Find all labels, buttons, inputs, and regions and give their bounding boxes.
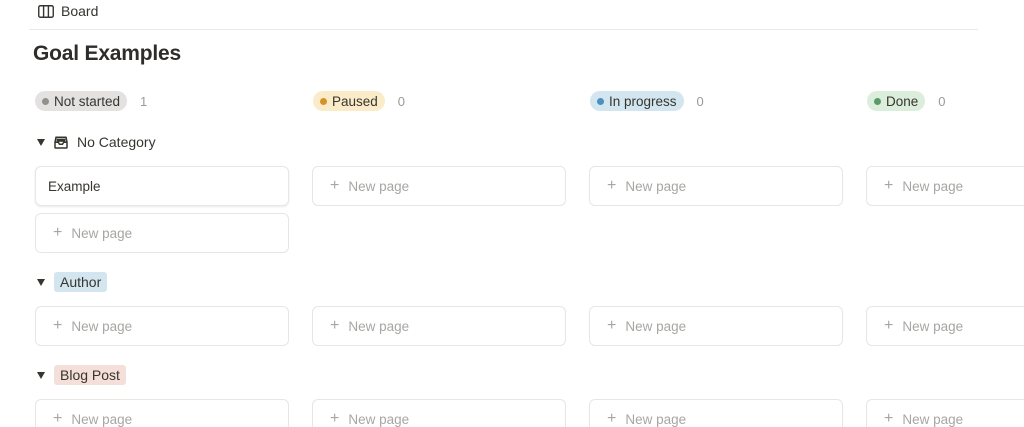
status-dot (42, 97, 49, 105)
new-page-button[interactable]: + New page (35, 213, 289, 253)
plus-icon: + (330, 317, 340, 334)
new-page-label: New page (71, 225, 133, 241)
new-page-label: New page (348, 178, 410, 194)
plus-icon: + (330, 177, 340, 194)
plus-icon: + (884, 177, 894, 194)
column-count: 0 (938, 93, 946, 109)
plus-icon: + (884, 317, 894, 334)
status-label: Paused (332, 93, 378, 109)
status-pill-in-progress[interactable]: In progress (590, 91, 684, 111)
plus-icon: + (884, 410, 894, 427)
new-page-label: New page (625, 411, 687, 427)
new-page-label: New page (71, 318, 133, 334)
new-page-label: New page (348, 318, 410, 334)
plus-icon: + (53, 410, 63, 427)
card-example[interactable]: Example (35, 166, 289, 206)
column-count: 0 (696, 93, 704, 109)
column-count: 0 (397, 93, 406, 109)
new-page-label: New page (71, 411, 133, 427)
status-dot (597, 97, 604, 105)
column-header-not-started: Not started 1 (35, 91, 147, 111)
collapse-caret-icon[interactable] (37, 278, 45, 286)
status-dot (874, 97, 881, 105)
new-page-button[interactable]: + New page (589, 306, 843, 346)
new-page-button[interactable]: + New page (312, 166, 566, 206)
plus-icon: + (607, 317, 617, 334)
new-page-button[interactable]: + New page (589, 399, 843, 427)
group-label: No Category (77, 134, 156, 150)
new-page-button[interactable]: + New page (866, 399, 1024, 427)
plus-icon: + (330, 410, 340, 427)
status-pill-paused[interactable]: Paused (313, 91, 385, 111)
new-page-label: New page (902, 178, 964, 194)
status-pill-done[interactable]: Done (867, 91, 926, 111)
new-page-button[interactable]: + New page (35, 399, 289, 427)
group-tag: Blog Post (54, 365, 126, 385)
group-header-no-category: No Category (37, 132, 156, 152)
collapse-caret-icon[interactable] (37, 371, 45, 379)
new-page-button[interactable]: + New page (35, 306, 289, 346)
new-page-label: New page (902, 318, 964, 334)
inbox-icon (54, 135, 68, 149)
group-tag: Author (54, 272, 108, 292)
new-page-label: New page (902, 411, 964, 427)
view-tab-board[interactable]: Board (38, 2, 98, 20)
status-label: Not started (54, 93, 121, 109)
plus-icon: + (53, 224, 63, 241)
board-icon (38, 4, 54, 18)
status-label: Done (886, 93, 919, 109)
group-header-blog-post: Blog Post (37, 365, 126, 385)
plus-icon: + (607, 177, 617, 194)
board-page: Board Goal Examples Not started 1 Paused… (0, 0, 1024, 427)
new-page-button[interactable]: + New page (866, 306, 1024, 346)
status-label: In progress (609, 93, 677, 109)
new-page-label: New page (348, 411, 410, 427)
new-page-label: New page (625, 178, 687, 194)
new-page-button[interactable]: + New page (312, 399, 566, 427)
new-page-button[interactable]: + New page (589, 166, 843, 206)
new-page-label: New page (625, 318, 687, 334)
column-header-done: Done 0 (867, 91, 946, 111)
card-title: Example (48, 178, 101, 194)
header-divider (29, 29, 978, 30)
plus-icon: + (607, 410, 617, 427)
status-pill-not-started[interactable]: Not started (35, 91, 128, 111)
plus-icon: + (53, 317, 63, 334)
column-header-paused: Paused 0 (313, 91, 405, 111)
new-page-button[interactable]: + New page (866, 166, 1024, 206)
page-title[interactable]: Goal Examples (33, 42, 181, 66)
column-header-in-progress: In progress 0 (590, 91, 704, 111)
new-page-button[interactable]: + New page (312, 306, 566, 346)
view-tab-label: Board (61, 3, 99, 19)
status-dot (320, 97, 327, 105)
group-header-author: Author (37, 272, 108, 292)
collapse-caret-icon[interactable] (37, 138, 45, 146)
column-count: 1 (140, 93, 148, 109)
